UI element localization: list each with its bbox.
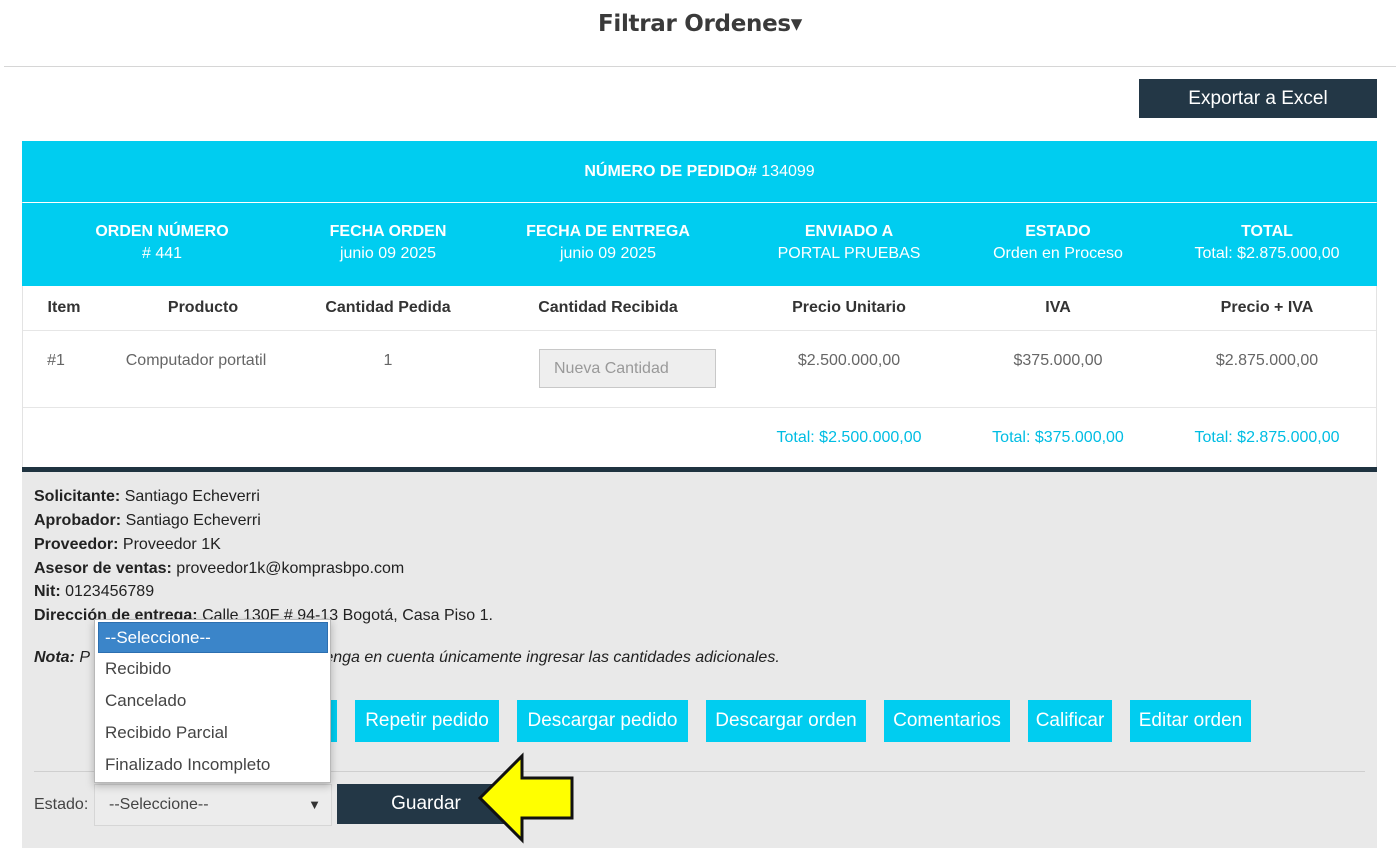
export-excel-button[interactable]: Exportar a Excel — [1139, 79, 1377, 118]
summary-fecha-entrega: FECHA DE ENTREGA junio 09 2025 — [526, 223, 690, 263]
summary-estado: ESTADO Orden en Proceso — [993, 223, 1123, 263]
order-number-value: 134099 — [761, 162, 815, 180]
dropdown-option-seleccione[interactable]: --Seleccione-- — [98, 622, 328, 653]
descargar-pedido-button[interactable]: Descargar pedido — [517, 700, 688, 742]
select-arrow-icon[interactable]: ▼ — [308, 797, 321, 812]
order-number-label: NÚMERO DE PEDIDO# — [584, 162, 757, 180]
nota-text: P — [79, 649, 91, 666]
info-label: Solicitante: — [34, 488, 121, 505]
row-cantidad-pedida: 1 — [383, 352, 393, 369]
summary-heading: ENVIADO A — [804, 223, 894, 240]
order-summary-bar: ORDEN NÚMERO # 441 FECHA ORDEN junio 09 … — [22, 203, 1377, 286]
info-label: Nit: — [34, 583, 61, 600]
summary-heading: TOTAL — [1241, 223, 1293, 240]
info-value: Santiago Echeverri — [124, 488, 260, 505]
column-header-precio-unitario: Precio Unitario — [792, 299, 906, 316]
summary-orden-numero: ORDEN NÚMERO # 441 — [95, 223, 228, 263]
summary-value: Orden en Proceso — [993, 245, 1123, 262]
column-header-item: Item — [47, 299, 81, 316]
filter-orders-toggle[interactable]: Filtrar Ordenes▾ — [0, 11, 1400, 37]
descargar-orden-button[interactable]: Descargar orden — [706, 700, 866, 742]
info-solicitante: Solicitante: Santiago Echeverri — [34, 488, 260, 506]
comentarios-button[interactable]: Comentarios — [884, 700, 1010, 742]
dropdown-option-recibido-parcial[interactable]: Recibido Parcial — [95, 717, 330, 749]
estado-selected-value[interactable]: --Seleccione-- — [109, 796, 209, 814]
summary-enviado-a: ENVIADO A PORTAL PRUEBAS — [778, 223, 921, 263]
column-header-iva: IVA — [1045, 299, 1071, 316]
dropdown-option-cancelado[interactable]: Cancelado — [95, 685, 330, 717]
estado-dropdown-menu: --Seleccione-- Recibido Cancelado Recibi… — [94, 619, 331, 783]
info-asesor: Asesor de ventas: proveedor1k@komprasbpo… — [34, 560, 404, 578]
table-row-divider — [23, 330, 1376, 331]
total-precio-iva: Total: $2.875.000,00 — [1194, 429, 1340, 446]
row-producto: Computador portatil — [125, 352, 267, 369]
summary-heading: FECHA ORDEN — [329, 223, 447, 240]
dropdown-option-finalizado-incompleto[interactable]: Finalizado Incompleto — [95, 749, 330, 781]
calificar-button[interactable]: Calificar — [1028, 700, 1112, 742]
repetir-pedido-button[interactable]: Repetir pedido — [355, 700, 499, 742]
filter-title[interactable]: Filtrar Ordenes — [598, 11, 791, 37]
estado-select[interactable]: --Seleccione-- ▼ — [94, 784, 332, 826]
info-label: Proveedor: — [34, 536, 119, 553]
info-nota: Nota: P — [34, 649, 90, 667]
row-precio-unitario: $2.500.000,00 — [797, 352, 901, 369]
row-item: #1 — [47, 352, 65, 369]
summary-heading: FECHA DE ENTREGA — [526, 223, 690, 240]
info-nit: Nit: 0123456789 — [34, 583, 154, 601]
info-proveedor: Proveedor: Proveedor 1K — [34, 536, 221, 554]
info-nota-rest: al tenga en cuenta únicamente ingresar l… — [303, 649, 780, 666]
column-header-cantidad-recibida: Cantidad Recibida — [538, 299, 678, 316]
summary-value: junio 09 2025 — [559, 245, 657, 262]
order-number-bar: NÚMERO DE PEDIDO# 134099 — [22, 141, 1377, 202]
editar-orden-button[interactable]: Editar orden — [1130, 700, 1251, 742]
info-label: Aprobador: — [34, 512, 122, 529]
column-header-precio-iva: Precio + IVA — [1220, 299, 1314, 316]
column-header-cantidad-pedida: Cantidad Pedida — [325, 299, 451, 316]
summary-fecha-orden: FECHA ORDEN junio 09 2025 — [330, 223, 447, 263]
cantidad-recibida-input[interactable]: Nueva Cantidad — [539, 349, 716, 388]
row-precio-iva: $2.875.000,00 — [1215, 352, 1319, 369]
column-header-producto: Producto — [167, 299, 239, 316]
info-value: Santiago Echeverri — [125, 512, 261, 529]
info-value: proveedor1k@komprasbpo.com — [176, 560, 405, 577]
header-divider — [4, 66, 1396, 67]
summary-value: junio 09 2025 — [339, 245, 437, 262]
info-aprobador: Aprobador: Santiago Echeverri — [34, 512, 261, 530]
summary-value: Total: $2.875.000,00 — [1194, 245, 1340, 262]
info-label: Asesor de ventas: — [34, 560, 172, 577]
summary-heading: ORDEN NÚMERO — [95, 223, 229, 240]
nota-label: Nota: — [34, 649, 75, 666]
total-precio-unitario: Total: $2.500.000,00 — [776, 429, 922, 446]
dropdown-option-recibido[interactable]: Recibido — [95, 653, 330, 685]
highlight-arrow-icon — [477, 752, 574, 844]
summary-heading: ESTADO — [1025, 223, 1091, 240]
estado-label: Estado: — [34, 796, 89, 813]
table-row-divider — [23, 407, 1376, 408]
info-value: 0123456789 — [65, 583, 155, 600]
row-iva: $375.000,00 — [1013, 352, 1103, 369]
total-iva: Total: $375.000,00 — [992, 429, 1124, 446]
info-value: Proveedor 1K — [122, 536, 221, 553]
summary-value: # 441 — [141, 245, 183, 262]
caret-down-icon[interactable]: ▾ — [791, 11, 803, 37]
summary-total: TOTAL Total: $2.875.000,00 — [1194, 223, 1339, 263]
summary-value: PORTAL PRUEBAS — [777, 245, 921, 262]
